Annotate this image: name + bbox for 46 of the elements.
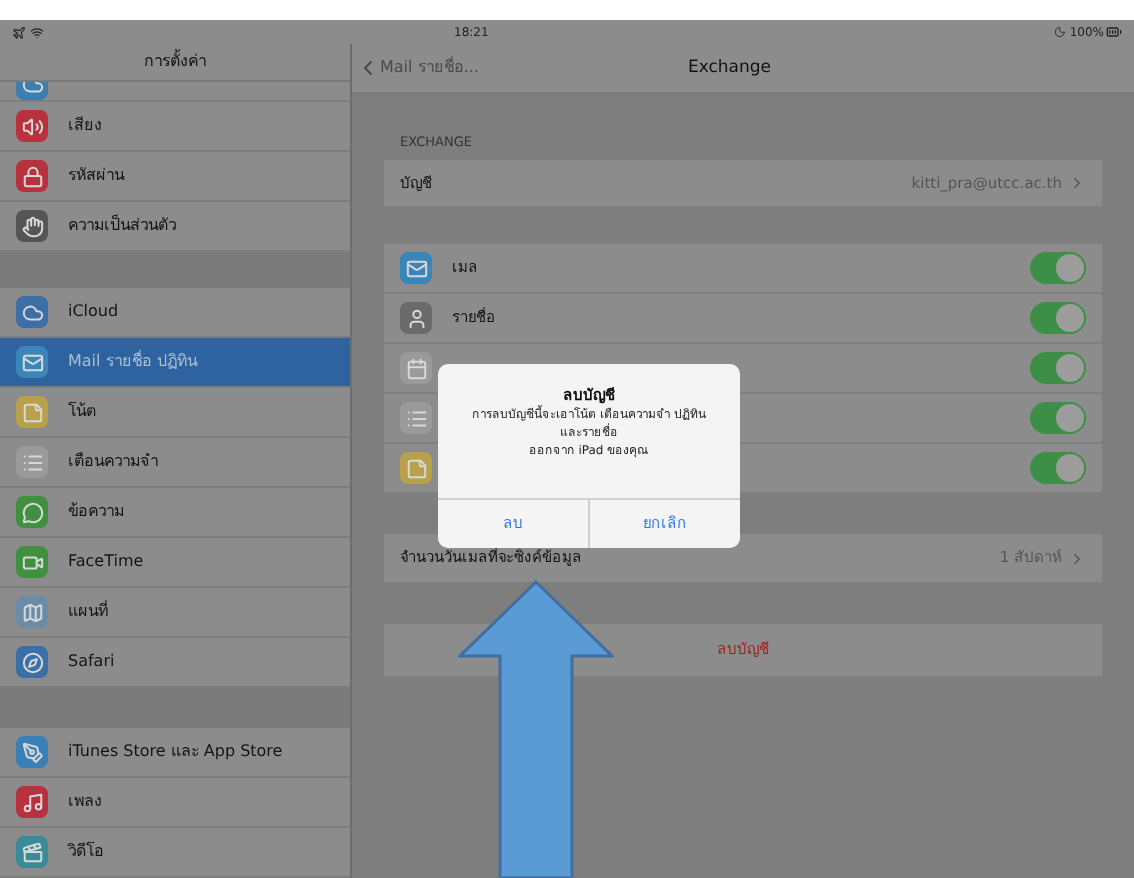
toggle-switch[interactable]	[1030, 302, 1086, 334]
cloud-icon	[16, 296, 48, 328]
mail-icon	[400, 252, 432, 284]
battery-icon	[1106, 24, 1122, 40]
sidebar-item[interactable]: โน้ต	[0, 388, 350, 438]
chevron-icon	[1068, 174, 1086, 192]
list-icon	[400, 402, 432, 434]
notes-icon	[400, 452, 432, 484]
sidebar-item[interactable]: iCloud	[0, 288, 350, 338]
calendar-icon	[400, 352, 432, 384]
list-icon	[16, 446, 48, 478]
compass-icon	[16, 646, 48, 678]
toggle-switch[interactable]	[1030, 402, 1086, 434]
sidebar-item[interactable]: แผนที่	[0, 588, 350, 638]
moon-icon	[1053, 26, 1066, 38]
sidebar-item[interactable]: Mail รายชื่อ ปฏิทิน	[0, 338, 350, 388]
airplane-icon	[12, 25, 26, 39]
toggle-switch[interactable]	[1030, 452, 1086, 484]
sidebar-item[interactable]: เพลง	[0, 778, 350, 828]
sidebar-item[interactable]: เสียง	[0, 102, 350, 152]
sidebar-item[interactable]: รหัสผ่าน	[0, 152, 350, 202]
person-icon	[400, 302, 432, 334]
chevron-icon	[1068, 549, 1086, 567]
sidebar-item[interactable]: เตือนความจำ	[0, 438, 350, 488]
clapperboard-icon	[16, 836, 48, 868]
hand-icon	[16, 210, 48, 242]
toggle-switch[interactable]	[1030, 352, 1086, 384]
sidebar-item[interactable]	[0, 82, 350, 102]
sidebar-title: การตั้งค่า	[144, 50, 206, 74]
map-icon	[16, 596, 48, 628]
sidebar-item[interactable]: ความเป็นส่วนตัว	[0, 202, 350, 252]
speaker-icon	[16, 110, 48, 142]
mail-icon	[16, 346, 48, 378]
sidebar-item[interactable]: iTunes Store และ App Store	[0, 728, 350, 778]
toggle-switch[interactable]	[1030, 252, 1086, 284]
wifi-icon	[30, 25, 44, 39]
music-note-icon	[16, 786, 48, 818]
sidebar-item[interactable]: ข้อความ	[0, 488, 350, 538]
sidebar-item[interactable]: FaceTime	[0, 538, 350, 588]
chat-bubble-icon	[16, 496, 48, 528]
lock-icon	[16, 160, 48, 192]
sidebar-item[interactable]: Safari	[0, 638, 350, 688]
sidebar-item[interactable]: วิดีโอ	[0, 828, 350, 878]
notes-icon	[16, 396, 48, 428]
page-title: Exchange	[688, 55, 772, 81]
video-camera-icon	[16, 546, 48, 578]
